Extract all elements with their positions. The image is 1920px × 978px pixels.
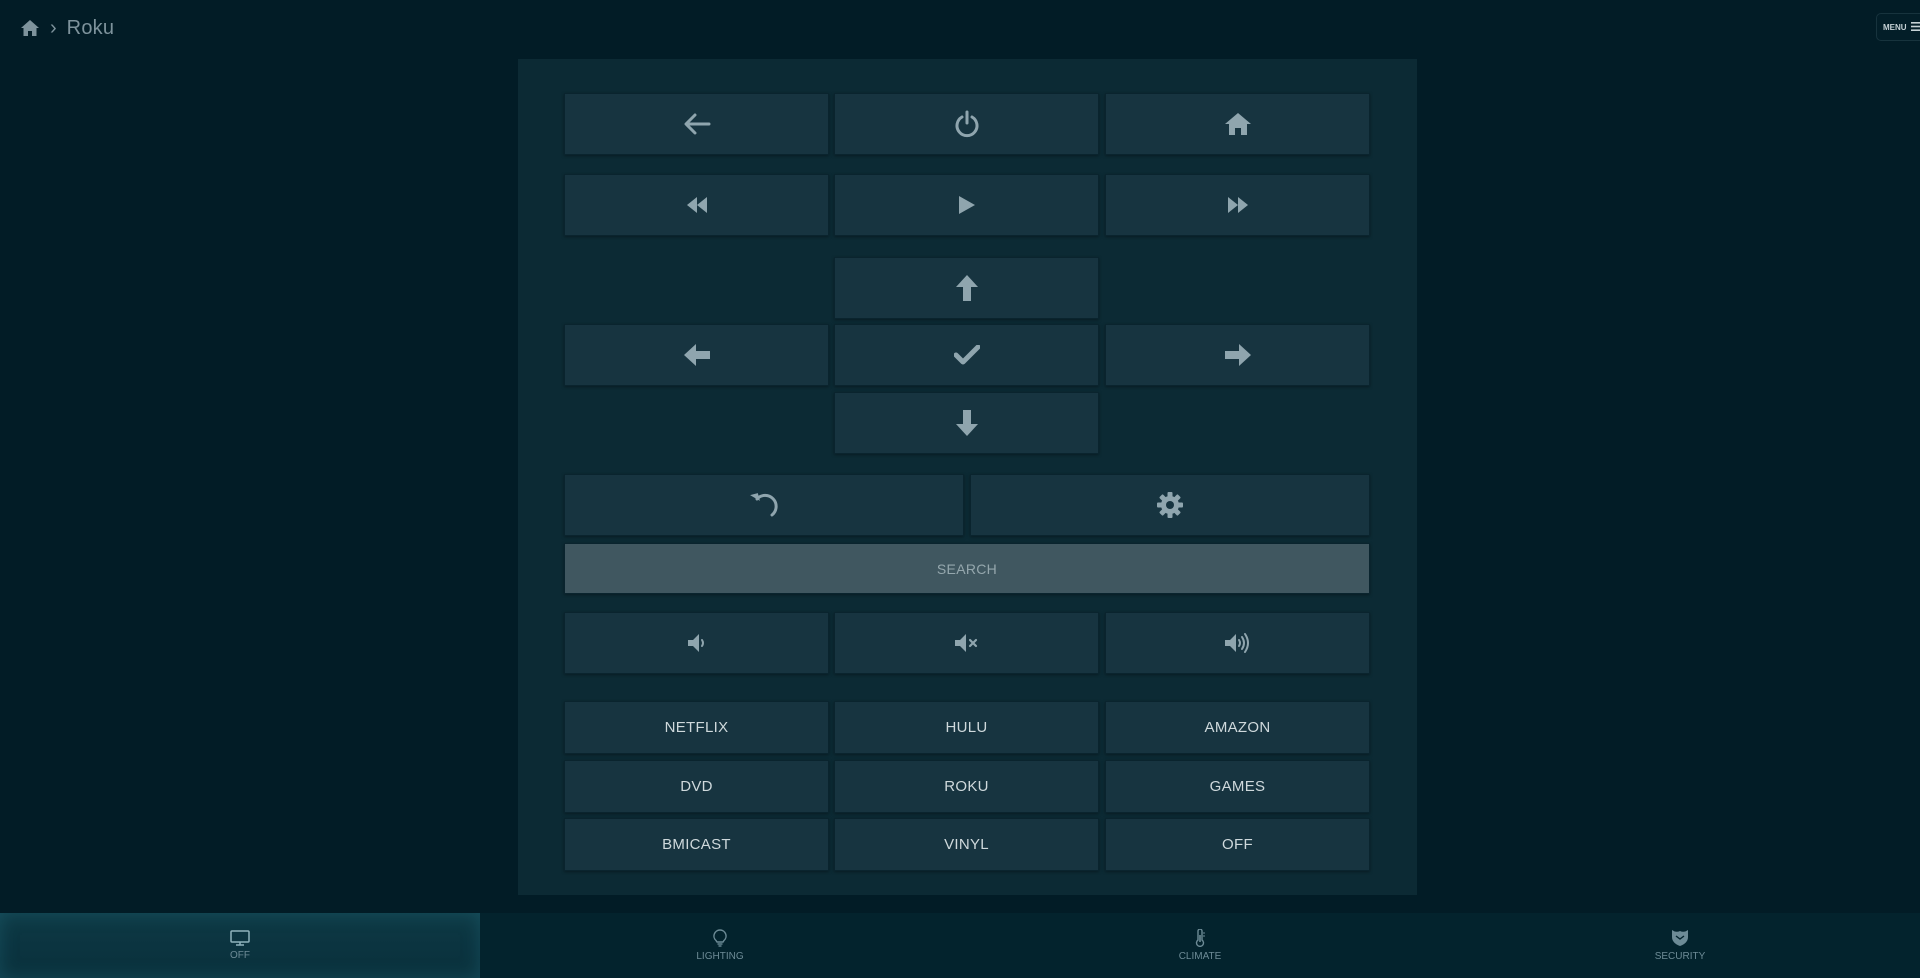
back-arrow-icon [684, 113, 710, 135]
arrow-up-icon [955, 275, 978, 301]
arrow-down-icon [955, 410, 978, 436]
mute-icon [954, 634, 977, 652]
dpad-down-button[interactable] [834, 392, 1099, 454]
channel-games-button[interactable]: GAMES [1105, 760, 1370, 813]
dpad-left-button[interactable] [564, 324, 829, 386]
bottom-nav: OFF LIGHTING CLIMATE SECURITY [0, 913, 1920, 978]
power-icon [955, 110, 978, 138]
nav-item-climate[interactable]: CLIMATE [960, 913, 1440, 978]
power-button[interactable] [834, 93, 1099, 155]
lightbulb-icon [713, 929, 727, 947]
nav-item-lighting[interactable]: LIGHTING [480, 913, 960, 978]
check-icon [953, 345, 980, 365]
back-button[interactable] [564, 93, 829, 155]
channel-vinyl-button[interactable]: VINYL [834, 818, 1099, 871]
rewind-button[interactable] [564, 174, 829, 236]
page-title: Roku [66, 16, 115, 39]
nav-item-off[interactable]: OFF [0, 913, 480, 978]
channel-netflix-button[interactable]: NETFLIX [564, 701, 829, 754]
home-icon[interactable] [20, 19, 40, 37]
replay-button[interactable] [564, 474, 964, 536]
arrow-left-icon [683, 344, 710, 366]
monitor-icon [230, 930, 250, 946]
nav-item-security[interactable]: SECURITY [1440, 913, 1920, 978]
channel-roku-button[interactable]: ROKU [834, 760, 1099, 813]
shield-icon [1672, 930, 1688, 946]
mute-button[interactable] [834, 612, 1099, 674]
nav-label-lighting: LIGHTING [696, 951, 744, 962]
dpad-right-button[interactable] [1105, 324, 1370, 386]
volume-up-button[interactable] [1105, 612, 1370, 674]
remote-panel: SEARCH NETFLIX HULU AMAZON DVD ROKU GAME… [518, 59, 1417, 895]
settings-gear-icon [1157, 492, 1183, 518]
fast-forward-icon [1227, 197, 1248, 213]
play-button[interactable] [834, 174, 1099, 236]
nav-label-security: SECURITY [1654, 951, 1706, 962]
menu-button[interactable]: MENU [1876, 13, 1920, 41]
menu-label: MENU [1883, 22, 1907, 32]
volume-up-icon [1224, 633, 1249, 653]
thermometer-icon [1195, 929, 1205, 947]
hamburger-icon [1910, 21, 1920, 33]
breadcrumb: › Roku [20, 16, 114, 40]
fast-forward-button[interactable] [1105, 174, 1370, 236]
header: › Roku MENU [0, 0, 1920, 56]
arrow-right-icon [1224, 344, 1251, 366]
channel-dvd-button[interactable]: DVD [564, 760, 829, 813]
channel-hulu-button[interactable]: HULU [834, 701, 1099, 754]
channel-amazon-button[interactable]: AMAZON [1105, 701, 1370, 754]
dpad-ok-button[interactable] [834, 324, 1099, 386]
play-icon [958, 196, 975, 214]
channel-off-button[interactable]: OFF [1105, 818, 1370, 871]
volume-down-icon [687, 634, 704, 652]
home-button[interactable] [1105, 93, 1370, 155]
channel-bmicast-button[interactable]: BMICAST [564, 818, 829, 871]
search-button[interactable]: SEARCH [564, 543, 1370, 594]
rewind-icon [686, 197, 707, 213]
volume-down-button[interactable] [564, 612, 829, 674]
nav-label-off: OFF [230, 950, 250, 961]
replay-icon [750, 493, 778, 517]
dpad-up-button[interactable] [834, 257, 1099, 319]
home-icon [1224, 113, 1251, 135]
settings-button[interactable] [970, 474, 1370, 536]
breadcrumb-separator: › [50, 16, 57, 39]
nav-label-climate: CLIMATE [1178, 951, 1222, 962]
